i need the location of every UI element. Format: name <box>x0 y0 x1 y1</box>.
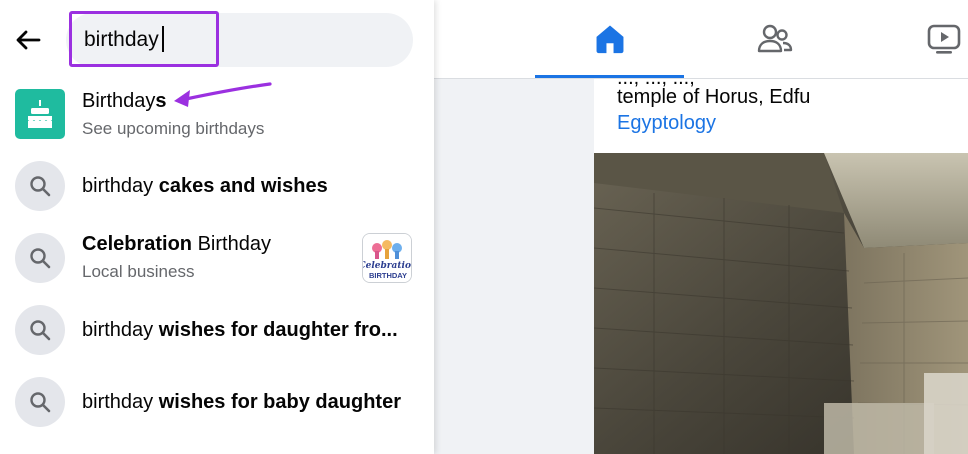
search-icon <box>30 320 51 341</box>
search-icon-circle <box>15 233 65 283</box>
post-card[interactable]: ..., ..., ..., temple of Horus, Edfu Egy… <box>594 79 968 454</box>
temple-photo <box>594 153 968 454</box>
arrow-left-icon <box>16 30 41 50</box>
result-title: birthday wishes for daughter fro... <box>82 319 398 341</box>
post-text-line: temple of Horus, Edfu <box>617 86 811 108</box>
celebration-logo-image: Celebration BIRTHDAY <box>363 234 412 282</box>
page-thumbnail: Celebration BIRTHDAY <box>362 233 412 283</box>
top-navigation-bar <box>434 0 968 78</box>
annotation-highlight-box <box>69 11 219 67</box>
thumbnail-text-1: Celebration <box>363 261 412 271</box>
friends-icon <box>757 24 792 53</box>
search-icon-circle <box>15 377 65 427</box>
nav-tab-friends[interactable] <box>722 0 827 78</box>
annotation-arrow <box>174 82 272 107</box>
birthday-cake-icon <box>28 100 52 128</box>
search-icon <box>30 248 51 269</box>
result-title: Celebration Birthday <box>82 233 271 255</box>
search-icon <box>30 392 51 413</box>
home-icon <box>596 25 623 54</box>
post-link[interactable]: Egyptology <box>617 112 716 135</box>
post-photo[interactable] <box>594 153 968 454</box>
thumbnail-text-2: BIRTHDAY <box>369 271 407 280</box>
result-subtitle: Local business <box>82 262 195 281</box>
result-title: Birthdays <box>82 90 167 112</box>
nav-tab-home[interactable] <box>535 0 684 78</box>
search-icon-circle <box>15 305 65 355</box>
result-title: birthday wishes for baby daughter <box>82 391 401 413</box>
birthday-tile <box>15 89 65 139</box>
nav-tab-watch[interactable] <box>904 0 968 78</box>
result-title: birthday cakes and wishes <box>82 175 328 197</box>
search-icon-circle <box>15 161 65 211</box>
back-button[interactable] <box>8 20 48 60</box>
result-subtitle: See upcoming birthdays <box>82 119 265 138</box>
watch-video-icon <box>927 24 961 54</box>
search-dropdown-panel: Birthdays See upcoming birthdays birthda… <box>0 0 434 454</box>
search-icon <box>30 176 51 197</box>
